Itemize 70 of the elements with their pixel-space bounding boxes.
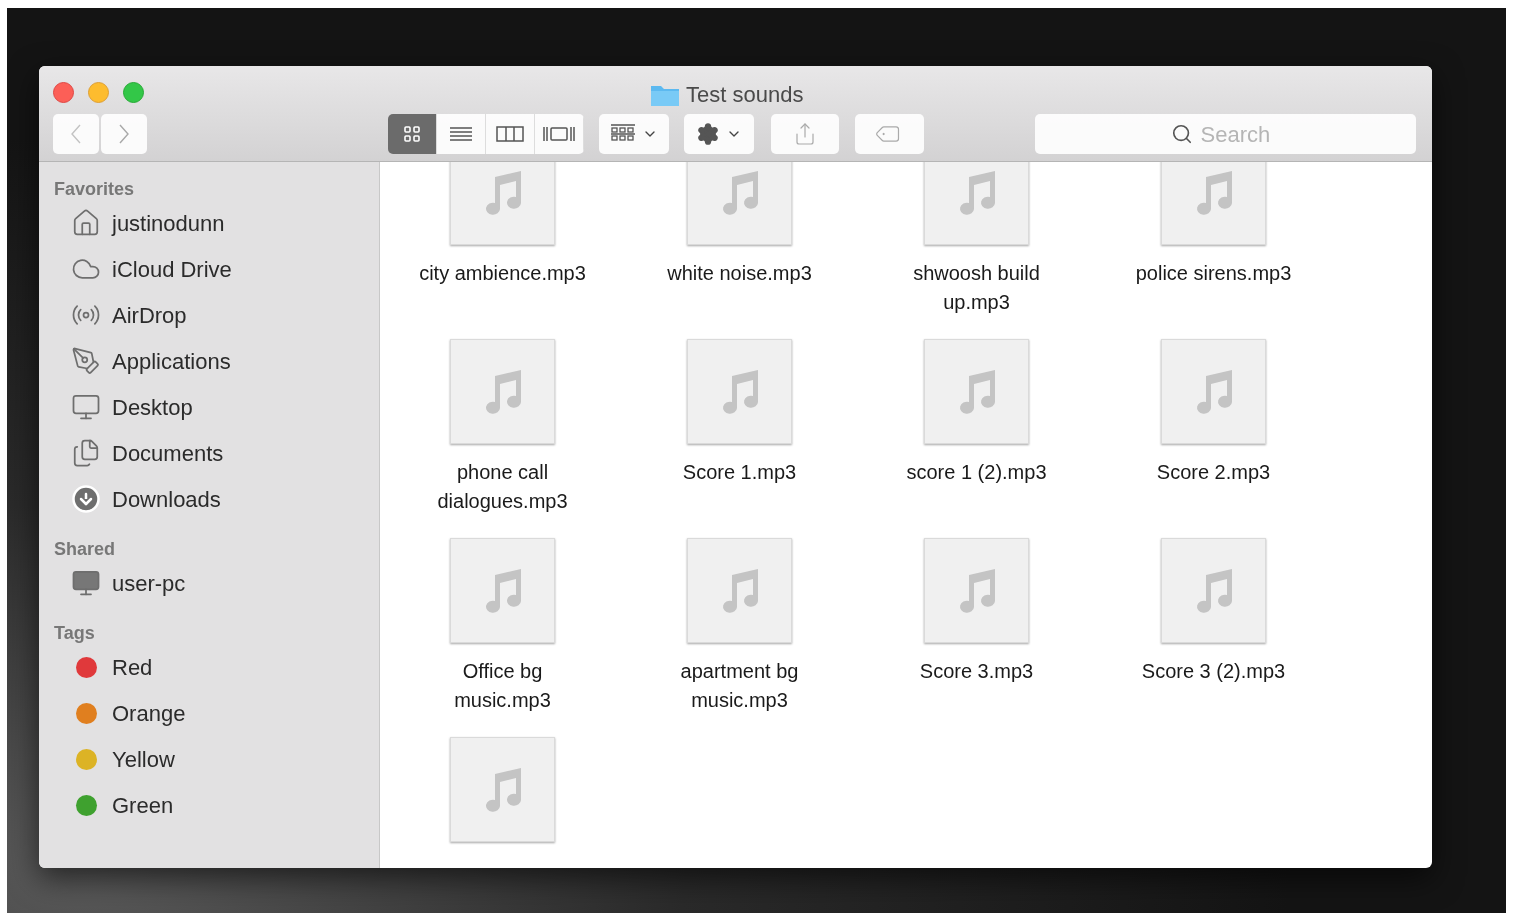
back-button[interactable] bbox=[53, 114, 99, 154]
zoom-button[interactable] bbox=[123, 81, 144, 103]
sidebar-item[interactable]: Downloads bbox=[54, 476, 379, 522]
view-mode-button[interactable] bbox=[388, 114, 437, 154]
file-name: score 1 (2).mp3 bbox=[905, 460, 1048, 485]
audio-file-icon[interactable] bbox=[687, 538, 792, 643]
share-icon bbox=[793, 122, 817, 146]
view-mode-button[interactable] bbox=[535, 114, 584, 154]
columns-icon bbox=[496, 125, 524, 143]
file-name: apartment bg music.mp3 bbox=[679, 659, 800, 713]
sidebar-heading: Favorites bbox=[54, 178, 136, 200]
file-name: Score 3.mp3 bbox=[918, 659, 1035, 684]
sidebar-item[interactable]: Yellow bbox=[54, 736, 379, 782]
file-name: Score 2.mp3 bbox=[1155, 460, 1272, 485]
sidebar-item[interactable]: user-pc bbox=[54, 560, 379, 606]
documents-icon bbox=[71, 438, 101, 468]
forward-button[interactable] bbox=[101, 114, 147, 154]
audio-file-icon[interactable] bbox=[924, 538, 1029, 643]
sidebar-item[interactable]: Applications bbox=[54, 338, 379, 384]
list-icon bbox=[449, 125, 473, 143]
sidebar-item[interactable]: iCloud Drive bbox=[54, 246, 379, 292]
minimize-button[interactable] bbox=[88, 81, 109, 103]
file-name: Score 1.mp3 bbox=[681, 460, 798, 485]
audio-file-icon[interactable] bbox=[687, 162, 792, 245]
audio-file-icon[interactable] bbox=[924, 162, 1029, 245]
audio-file-icon[interactable] bbox=[924, 339, 1029, 444]
audio-file-icon[interactable] bbox=[450, 538, 555, 643]
file-name: Office bg music.mp3 bbox=[453, 659, 552, 713]
share-button[interactable] bbox=[771, 114, 839, 154]
sidebar-item[interactable]: AirDrop bbox=[54, 292, 379, 338]
house-icon bbox=[71, 208, 101, 238]
file-name: Score 3 (2).mp3 bbox=[1140, 659, 1287, 684]
grid-icon bbox=[402, 124, 422, 144]
tag-button[interactable] bbox=[855, 114, 924, 154]
audio-file-icon[interactable] bbox=[450, 162, 555, 245]
sidebar-item[interactable]: Documents bbox=[54, 430, 379, 476]
sidebar-item[interactable]: Green bbox=[54, 782, 379, 828]
search-icon bbox=[1170, 123, 1193, 145]
view-mode-button[interactable] bbox=[486, 114, 535, 154]
sidebar-heading: Shared bbox=[54, 538, 117, 560]
action-button[interactable] bbox=[684, 114, 754, 154]
view-mode-button[interactable] bbox=[437, 114, 486, 154]
window-title: Test sounds bbox=[686, 81, 804, 109]
close-button[interactable] bbox=[53, 81, 74, 103]
search-input[interactable]: Search bbox=[1200, 117, 1281, 151]
file-name: police sirens.mp3 bbox=[1134, 261, 1293, 286]
download-icon bbox=[71, 484, 101, 514]
desktop-icon bbox=[71, 392, 101, 422]
file-name: white noise.mp3 bbox=[666, 261, 813, 286]
audio-file-icon[interactable] bbox=[1161, 339, 1266, 444]
arrange-button[interactable] bbox=[599, 114, 669, 154]
audio-file-icon[interactable] bbox=[450, 339, 555, 444]
gear-icon bbox=[696, 122, 720, 146]
sidebar-heading: Tags bbox=[54, 622, 96, 644]
audio-file-icon[interactable] bbox=[1161, 162, 1266, 245]
audio-file-icon[interactable] bbox=[450, 737, 555, 842]
audio-file-icon[interactable] bbox=[687, 339, 792, 444]
sidebar-item[interactable]: Red bbox=[54, 644, 379, 690]
file-name: city ambience.mp3 bbox=[418, 261, 587, 286]
search-field[interactable]: Search bbox=[1035, 114, 1416, 154]
sidebar-item[interactable]: Desktop bbox=[54, 384, 379, 430]
cover-flow-icon bbox=[542, 125, 576, 143]
sidebar-item[interactable]: Orange bbox=[54, 690, 379, 736]
sidebar-item[interactable]: justinodunn bbox=[54, 200, 379, 246]
audio-file-icon[interactable] bbox=[1161, 538, 1266, 643]
file-name: phone call dialogues.mp3 bbox=[436, 460, 569, 514]
chevron-left-icon bbox=[71, 124, 81, 144]
computer-icon bbox=[71, 568, 101, 598]
file-name: shwoosh build up.mp3 bbox=[912, 261, 1041, 315]
chevron-right-icon bbox=[119, 124, 129, 144]
